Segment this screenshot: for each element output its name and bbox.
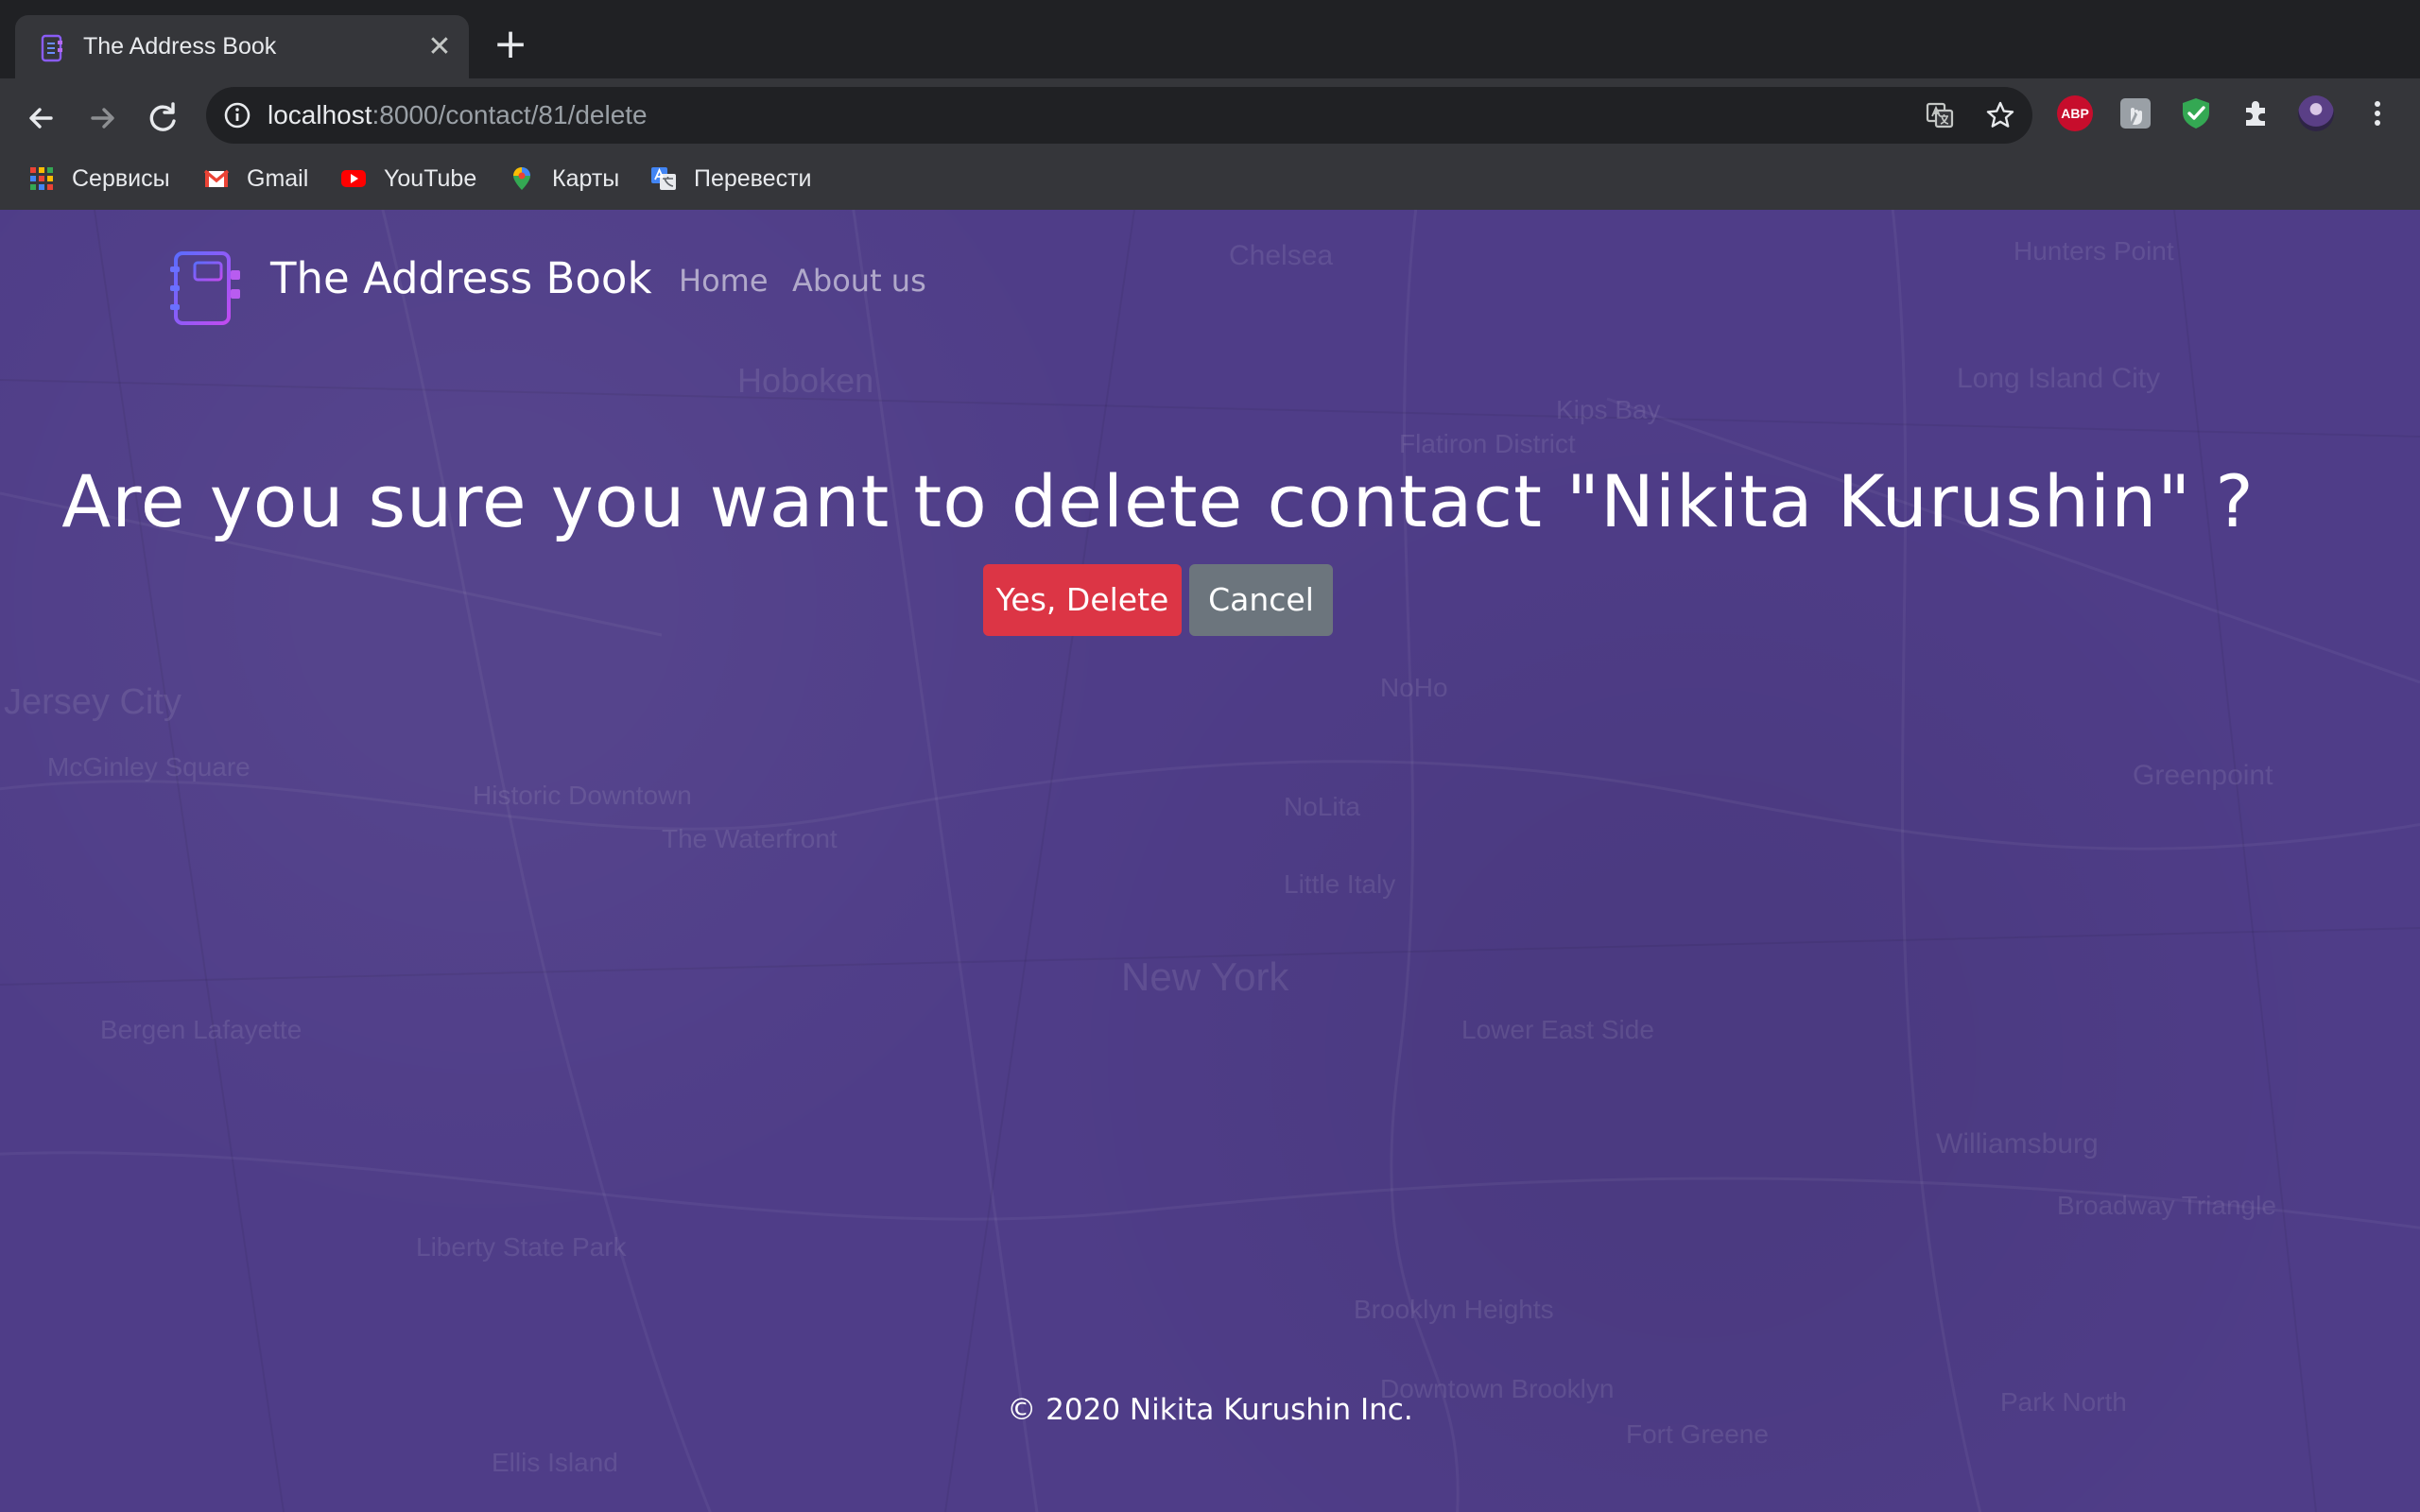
forward-arrow-icon[interactable] — [81, 97, 123, 139]
address-book-logo-icon[interactable] — [168, 248, 244, 327]
bookmark-maps[interactable]: Карты — [509, 162, 619, 196]
map-label: Ellis Island — [492, 1448, 618, 1477]
bookmark-star-icon[interactable] — [1985, 100, 2015, 130]
url-text: localhost:8000/contact/81/delete — [268, 87, 648, 144]
map-label: Broadway Triangle — [2057, 1191, 2276, 1220]
profile-avatar[interactable] — [2298, 95, 2334, 131]
map-label: Jersey City — [4, 682, 182, 722]
gmail-icon — [203, 169, 230, 187]
reload-icon[interactable] — [142, 97, 183, 139]
map-label: NoLita — [1284, 792, 1360, 821]
map-label: Hunters Point — [2014, 236, 2174, 266]
nav-link-home[interactable]: Home — [679, 263, 769, 299]
translate-icon — [651, 167, 676, 190]
map-label: Brooklyn Heights — [1354, 1295, 1554, 1324]
map-label: Flatiron District — [1399, 429, 1576, 458]
cancel-button[interactable]: Cancel — [1189, 564, 1333, 636]
map-label: Historic Downtown — [473, 781, 692, 810]
tab-close-icon[interactable]: ✕ — [424, 31, 456, 63]
site-info-icon[interactable] — [223, 101, 251, 129]
map-label: NoHo — [1380, 673, 1448, 702]
translate-page-icon[interactable] — [1925, 100, 1955, 130]
hand-extension-icon[interactable] — [2118, 95, 2153, 131]
map-label: Long Island City — [1957, 363, 2161, 394]
delete-confirmation-heading: Are you sure you want to delete contact … — [61, 459, 2255, 543]
extensions-puzzle-icon[interactable] — [2238, 95, 2274, 131]
map-label: Liberty State Park — [416, 1232, 627, 1262]
bookmark-label: Gmail — [247, 164, 309, 192]
confirm-delete-button[interactable]: Yes, Delete — [983, 564, 1182, 636]
brand-title[interactable]: The Address Book — [270, 253, 652, 303]
map-label: New York — [1121, 954, 1289, 999]
maps-pin-icon — [513, 167, 530, 190]
map-label: Lower East Side — [1461, 1015, 1654, 1044]
tab-strip: The Address Book ✕ + — [0, 0, 2420, 78]
bookmark-youtube[interactable]: YouTube — [340, 162, 476, 196]
map-label: Kips Bay — [1556, 395, 1661, 424]
address-bar[interactable]: localhost:8000/contact/81/delete — [206, 87, 2032, 144]
map-label: Little Italy — [1284, 869, 1396, 899]
url-path: :8000/contact/81/delete — [372, 100, 648, 129]
map-label: McGinley Square — [47, 752, 251, 782]
back-arrow-icon[interactable] — [21, 97, 62, 139]
youtube-icon — [341, 170, 366, 187]
bookmark-gmail[interactable]: Gmail — [203, 162, 308, 196]
bookmarks-bar: Сервисы Gmail YouTube Карты Перевести — [0, 152, 2420, 205]
map-label: Bergen Lafayette — [100, 1015, 302, 1044]
bookmark-label: Сервисы — [72, 164, 170, 192]
apps-grid-icon — [30, 167, 53, 190]
browser-tab-active[interactable]: The Address Book ✕ — [15, 15, 469, 78]
tab-title: The Address Book — [83, 33, 277, 60]
shield-check-icon[interactable] — [2178, 95, 2214, 131]
url-host: localhost — [268, 100, 372, 129]
map-label: Greenpoint — [2133, 760, 2273, 791]
adblock-plus-icon[interactable]: ABP — [2057, 95, 2093, 131]
address-book-favicon-icon — [41, 34, 62, 62]
map-label: The Waterfront — [662, 824, 838, 853]
map-background: Hoboken Chelsea Jersey City Historic Dow… — [0, 210, 2420, 1512]
bookmark-label: YouTube — [384, 164, 477, 192]
map-label: Chelsea — [1229, 240, 1334, 271]
bookmark-translate[interactable]: Перевести — [650, 162, 812, 196]
footer-copyright: © 2020 Nikita Kurushin Inc. — [1007, 1393, 1413, 1427]
map-streets — [0, 210, 2420, 1512]
map-label: Williamsburg — [1936, 1128, 2099, 1160]
bookmark-label: Перевести — [694, 164, 812, 192]
nav-link-about[interactable]: About us — [792, 263, 926, 299]
new-tab-button[interactable]: + — [492, 24, 529, 65]
map-label: Hoboken — [737, 361, 874, 400]
bookmark-label: Карты — [552, 164, 620, 192]
bookmark-apps[interactable]: Сервисы — [28, 162, 170, 196]
page-content: Hoboken Chelsea Jersey City Historic Dow… — [0, 210, 2420, 1512]
more-menu-icon[interactable] — [2360, 95, 2395, 131]
browser-toolbar: localhost:8000/contact/81/delete ABP Сер… — [0, 78, 2420, 226]
